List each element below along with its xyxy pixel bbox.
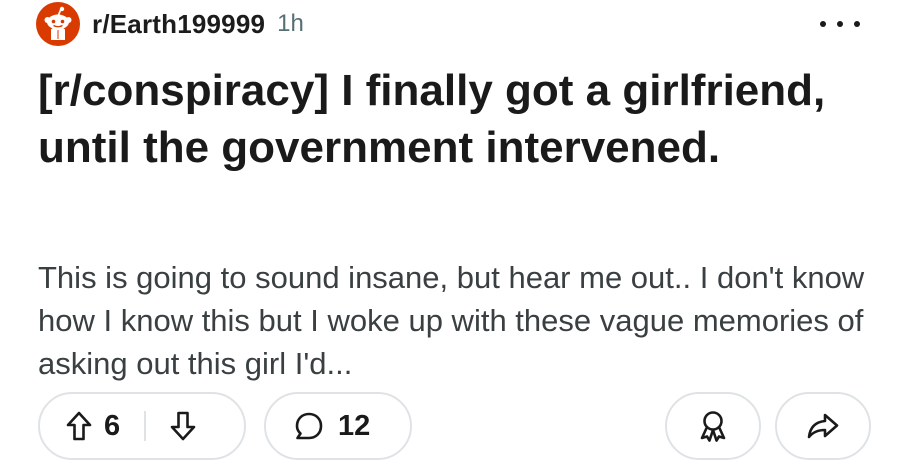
- comment-count: 12: [338, 409, 371, 442]
- post-timestamp: 1h: [277, 10, 304, 37]
- more-dot: [854, 21, 860, 27]
- vote-count: 6: [104, 409, 121, 442]
- comment-bubble-icon: [294, 411, 324, 441]
- post-header: r/Earth199999 1h: [36, 0, 304, 48]
- award-button[interactable]: [665, 392, 761, 460]
- arrow-down-icon[interactable]: [170, 411, 196, 441]
- share-arrow-icon: [807, 412, 839, 440]
- post-card[interactable]: r/Earth199999 1h [r/conspiracy] I finall…: [0, 0, 900, 470]
- more-dot: [837, 21, 843, 27]
- more-options-button[interactable]: [820, 10, 860, 38]
- share-button[interactable]: [775, 392, 871, 460]
- more-horizontal-icon: [820, 21, 826, 27]
- reddit-snoo-icon: [44, 6, 72, 40]
- award-icon: [698, 410, 728, 442]
- post-action-bar: 6 12: [0, 392, 900, 462]
- vote-control: 6: [38, 392, 246, 460]
- vote-divider: [144, 411, 147, 441]
- post-title[interactable]: [r/conspiracy] I finally got a girlfrien…: [38, 62, 838, 176]
- comments-button[interactable]: 12: [264, 392, 412, 460]
- subreddit-avatar[interactable]: [36, 2, 80, 46]
- subreddit-name[interactable]: r/Earth199999: [92, 9, 265, 40]
- arrow-up-icon[interactable]: [66, 411, 92, 441]
- post-body-preview[interactable]: This is going to sound insane, but hear …: [38, 256, 868, 385]
